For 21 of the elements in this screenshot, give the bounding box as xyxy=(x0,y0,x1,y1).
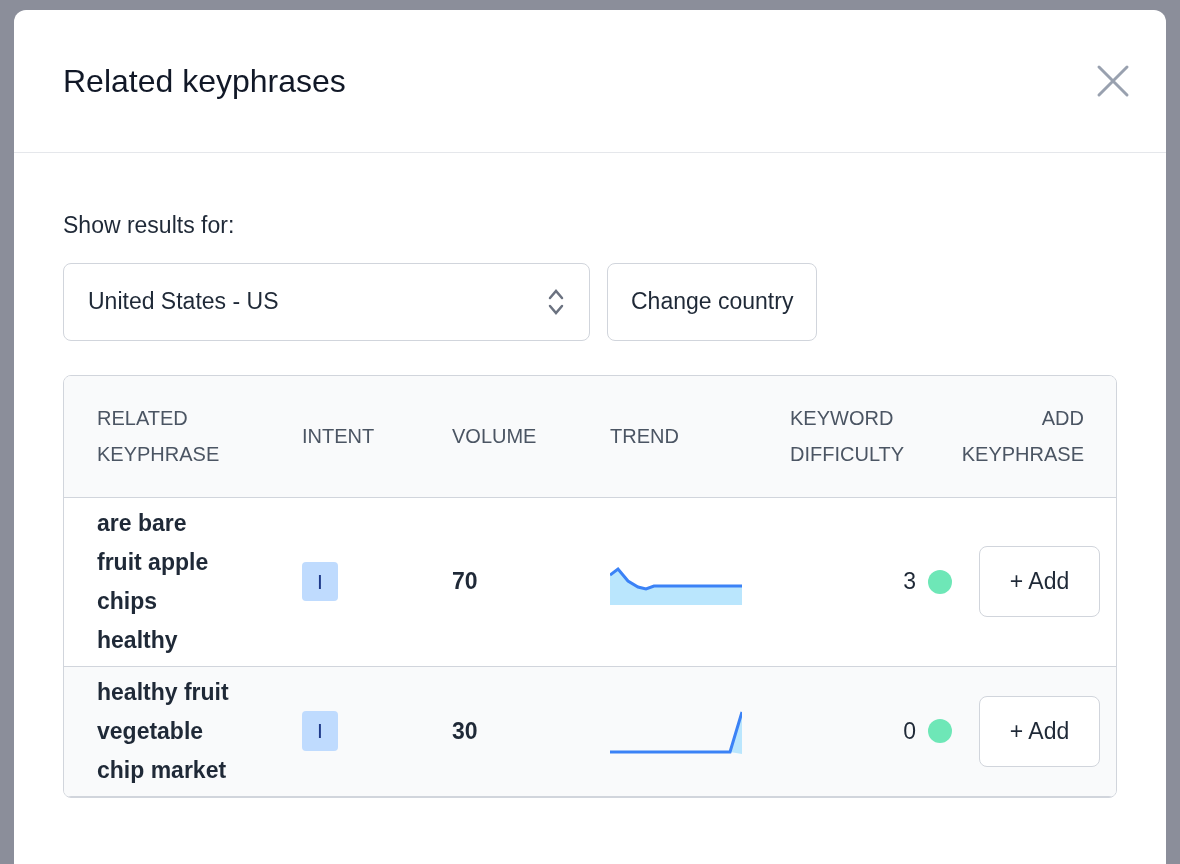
close-icon[interactable] xyxy=(1096,64,1130,98)
column-header: RELATED KEYPHRASE xyxy=(97,406,221,467)
column-header: ADD KEYPHRASE xyxy=(960,406,1084,467)
keyphrase-cell-text: healthy fruit vegetable chip market xyxy=(97,677,230,785)
volume-cell-text: 70 xyxy=(452,567,479,597)
difficulty-value: 0 xyxy=(903,716,916,746)
volume-cell-text: 30 xyxy=(452,716,479,746)
add-button[interactable]: + Add xyxy=(979,695,1100,767)
intent-badge: I xyxy=(302,561,338,602)
column-header: VOLUME xyxy=(452,424,538,449)
change-country-button[interactable]: Change country xyxy=(607,262,818,341)
column-header: TREND xyxy=(610,424,680,449)
column-header: KEYWORD DIFFICULTY xyxy=(790,406,906,467)
keyphrase-cell-text: are bare fruit apple chips healthy xyxy=(97,508,210,655)
filter-label: Show results for: xyxy=(63,211,236,240)
intent-badge: I xyxy=(302,711,338,751)
column-header: INTENT xyxy=(302,424,376,449)
difficulty-value: 3 xyxy=(903,567,916,597)
dialog-title: Related keyphrases xyxy=(63,62,346,101)
country-select[interactable]: United States - US xyxy=(63,262,590,341)
add-button[interactable]: + Add xyxy=(979,546,1100,617)
